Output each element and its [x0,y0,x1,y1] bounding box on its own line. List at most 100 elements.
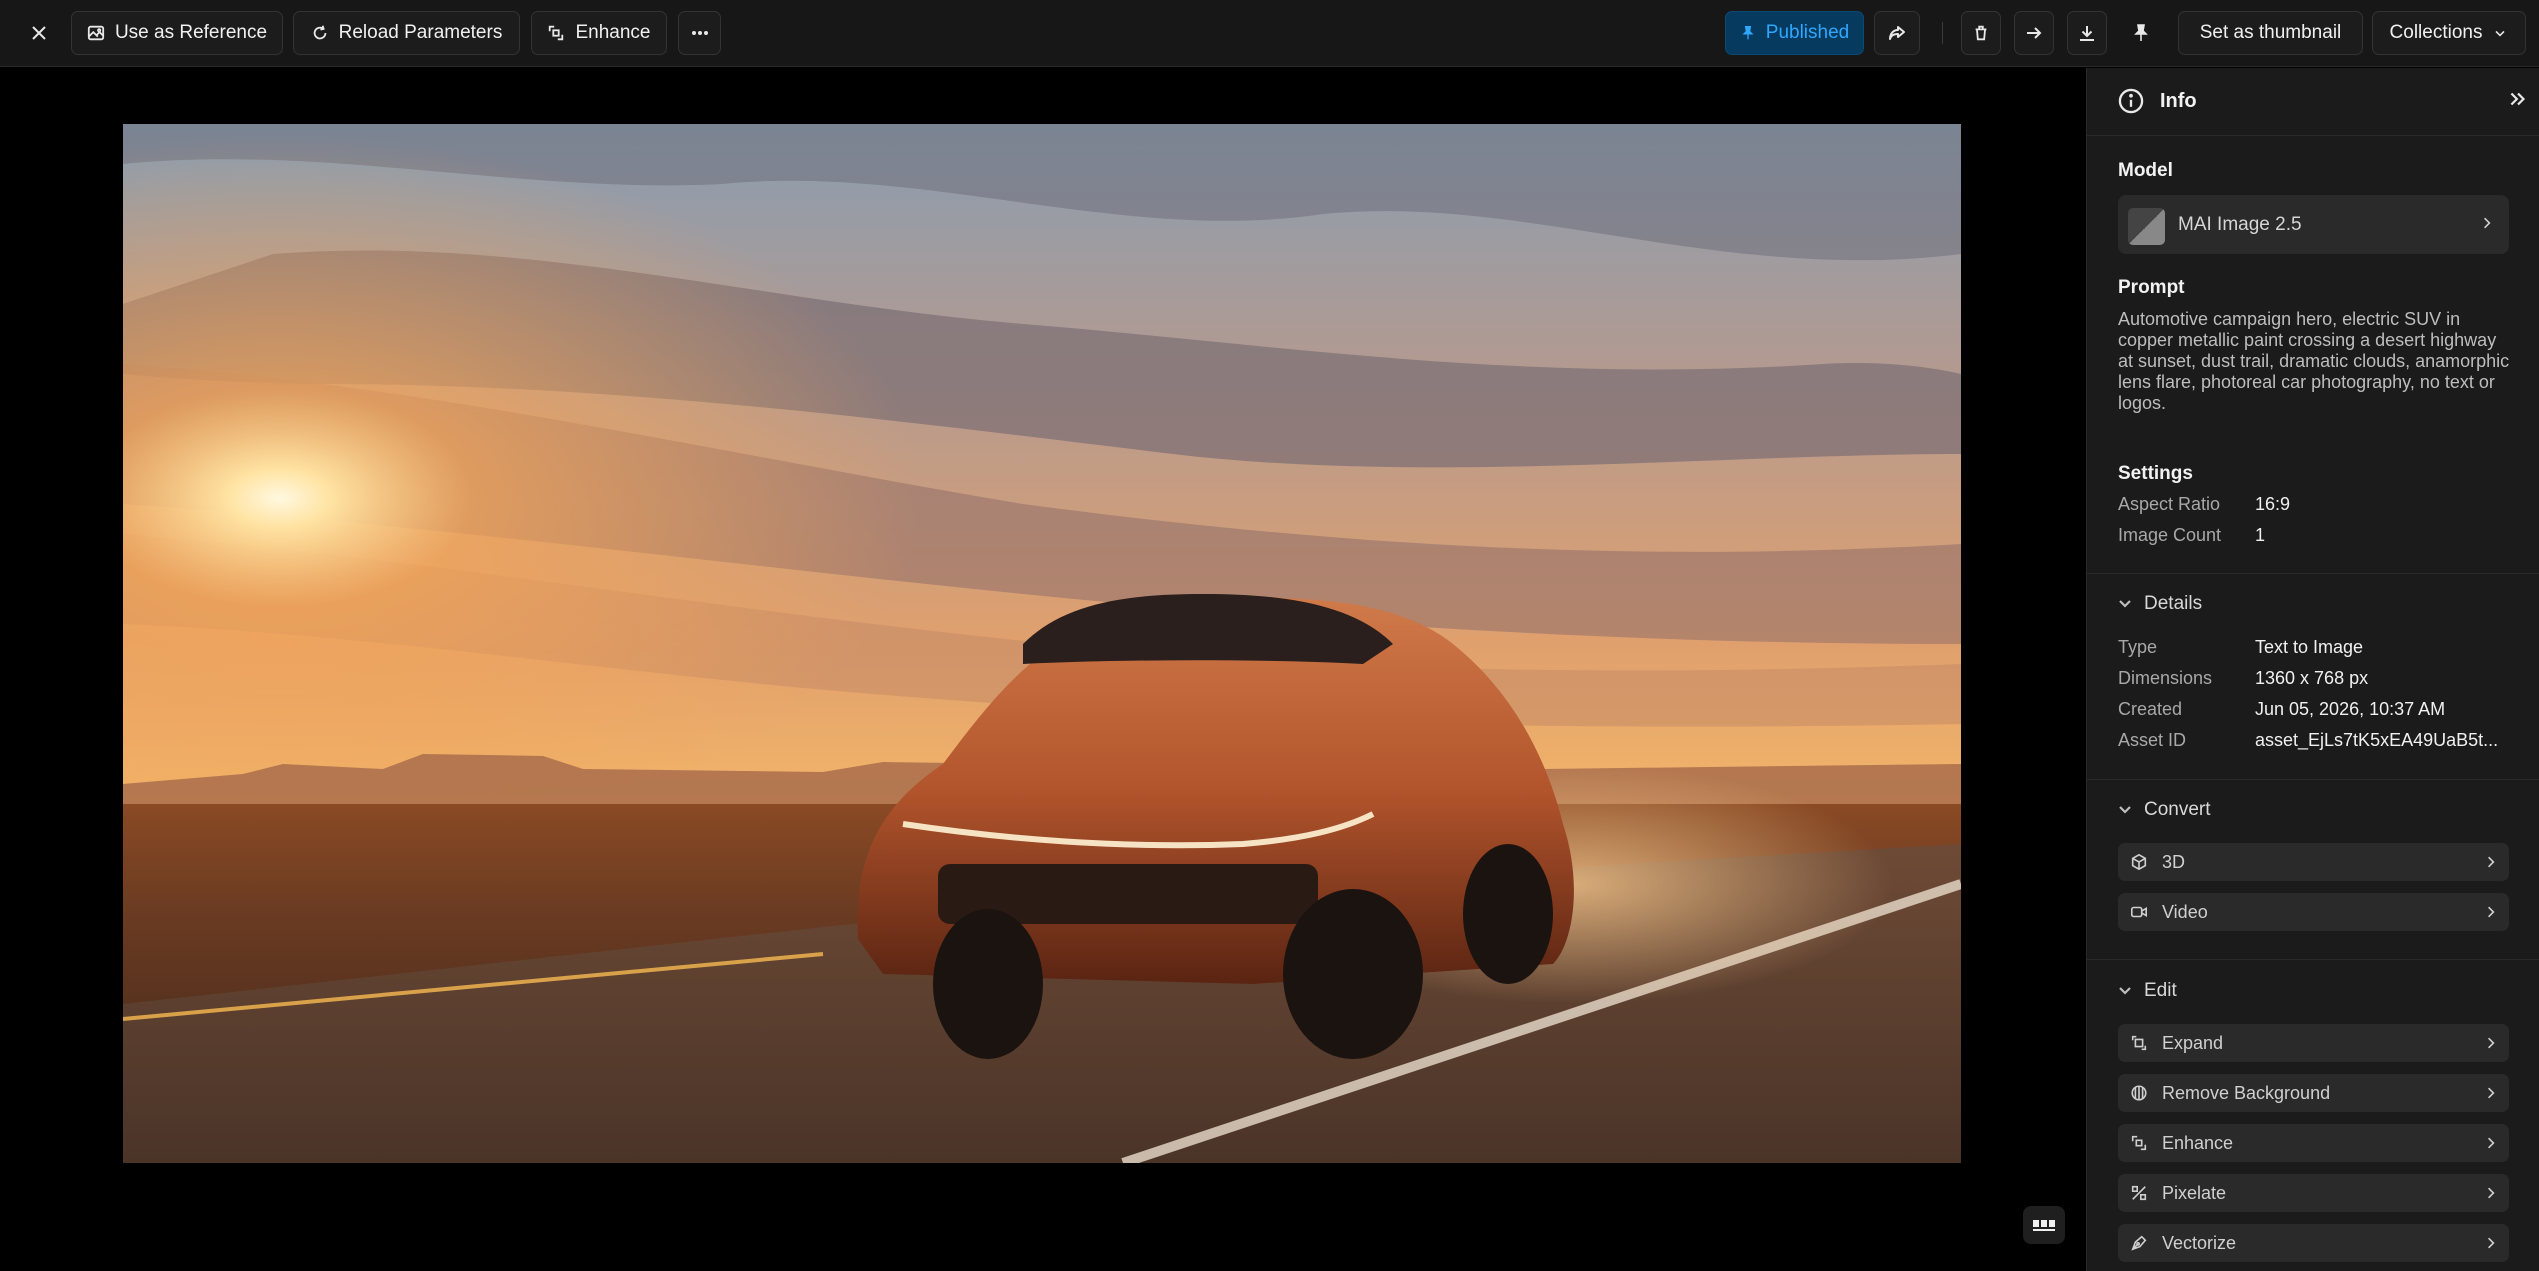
pin-icon [2134,24,2148,41]
video-icon [2130,903,2148,921]
trash-icon [1975,25,1987,41]
chevron-right-icon [2483,1035,2499,1056]
edit-enhance-button[interactable]: Enhance [2118,1124,2509,1162]
pin-icon [1742,25,1754,40]
model-thumbnail [2128,208,2165,245]
detail-key: Created [2118,699,2183,719]
edit-remove-background-label: Remove Background [2162,1083,2331,1103]
edit-expand-button[interactable]: Expand [2118,1024,2509,1062]
download-icon [2080,26,2094,41]
edit-pixelate-label: Pixelate [2162,1183,2227,1203]
collections-label: Collections [2389,22,2483,43]
asset-id-value[interactable]: asset_EjLs7tK5xEA49UaB5t... [2255,730,2498,751]
info-icon [2117,87,2145,120]
edit-section-label: Edit [2144,980,2177,1001]
edit-enhance-label: Enhance [2162,1133,2234,1153]
published-label: Published [1765,22,1850,43]
section-divider [2087,779,2539,780]
pixelate-icon [2130,1184,2148,1202]
set-as-thumbnail-button[interactable]: Set as thumbnail [2178,11,2363,55]
prompt-section-label: Prompt [2118,277,2185,298]
pin-button[interactable] [2121,11,2161,55]
chevron-down-icon [2119,806,2131,814]
collapse-panel-button[interactable] [2507,88,2529,115]
model-name: MAI Image 2.5 [2178,214,2302,235]
edit-expand-label: Expand [2162,1033,2224,1053]
edit-remove-background-button[interactable]: Remove Background [2118,1074,2509,1112]
download-button[interactable] [2067,11,2107,55]
info-panel: Info Model MAI Image 2.5 Prompt Automoti… [2086,68,2539,1271]
details-section-label: Details [2144,593,2203,614]
convert-section-label: Convert [2144,799,2211,820]
info-panel-title: Info [2160,90,2197,112]
section-divider [2087,573,2539,574]
chevron-right-icon [2483,1085,2499,1106]
section-divider [2087,959,2539,960]
chevron-down-icon [2495,30,2506,37]
chevron-right-icon [2483,854,2499,875]
top-toolbar: Use as Reference Reload Parameters Enhan… [0,0,2539,67]
detail-key: Type [2118,637,2158,657]
detail-value: 1360 x 768 px [2255,668,2369,688]
close-icon [32,26,46,40]
model-selector[interactable]: MAI Image 2.5 [2118,195,2509,254]
chevron-right-icon [2483,1185,2499,1206]
reload-icon [313,25,326,40]
detail-value: Text to Image [2255,637,2364,657]
enhance-icon [2130,1134,2148,1152]
image-canvas [0,68,2086,1271]
reload-parameters-button[interactable]: Reload Parameters [293,11,520,55]
edit-section-toggle[interactable]: Edit [2118,980,2177,1002]
generated-image[interactable] [123,124,1961,1163]
convert-video-label: Video [2162,902,2208,922]
published-button[interactable]: Published [1725,11,1864,55]
toolbar-divider [1942,22,1943,44]
filmstrip-icon [2033,1220,2055,1231]
detail-key: Asset ID [2118,730,2187,750]
close-button[interactable] [18,11,60,55]
collections-dropdown[interactable]: Collections [2372,11,2526,55]
set-as-thumbnail-label: Set as thumbnail [2199,22,2342,43]
thumbnail-strip-toggle[interactable] [2023,1206,2065,1244]
setting-value: 16:9 [2255,494,2291,514]
more-horizontal-icon [691,31,708,35]
chevron-right-icon [2483,904,2499,925]
chevron-down-icon [2119,987,2131,995]
chevron-right-icon [2479,215,2495,236]
delete-button[interactable] [1961,11,2001,55]
settings-section-label: Settings [2118,463,2193,484]
enhance-button[interactable]: Enhance [531,11,667,55]
enhance-label: Enhance [575,22,651,43]
remove-background-icon [2130,1084,2148,1102]
model-section-label: Model [2118,160,2173,181]
detail-key: Dimensions [2118,668,2213,688]
share-button[interactable] [1874,11,1920,55]
convert-3d-button[interactable]: 3D [2118,843,2509,881]
arrow-right-icon [2027,27,2042,39]
chevron-right-icon [2483,1235,2499,1256]
enhance-icon [549,25,564,41]
reload-parameters-label: Reload Parameters [338,22,503,43]
info-panel-header: Info [2087,68,2539,136]
convert-section-toggle[interactable]: Convert [2118,799,2211,821]
chevron-down-icon [2119,600,2131,608]
prompt-text: Automotive campaign hero, electric SUV i… [2118,309,2510,413]
setting-key: Aspect Ratio [2118,494,2221,514]
detail-value: Jun 05, 2026, 10:37 AM [2255,699,2446,719]
use-as-reference-label: Use as Reference [114,22,268,43]
more-options-button[interactable] [678,11,721,55]
forward-button[interactable] [2014,11,2054,55]
edit-vectorize-label: Vectorize [2162,1233,2237,1253]
image-icon [87,25,105,41]
use-as-reference-button[interactable]: Use as Reference [71,11,283,55]
generated-image-artwork [123,124,1961,1163]
chevron-right-icon [2483,1135,2499,1156]
edit-pixelate-button[interactable]: Pixelate [2118,1174,2509,1212]
convert-video-button[interactable]: Video [2118,893,2509,931]
convert-3d-label: 3D [2162,852,2186,872]
details-section-toggle[interactable]: Details [2118,593,2202,615]
share-icon [1889,26,1905,40]
edit-vectorize-button[interactable]: Vectorize [2118,1224,2509,1262]
pen-tool-icon [2130,1234,2148,1252]
cube-icon [2130,853,2148,871]
